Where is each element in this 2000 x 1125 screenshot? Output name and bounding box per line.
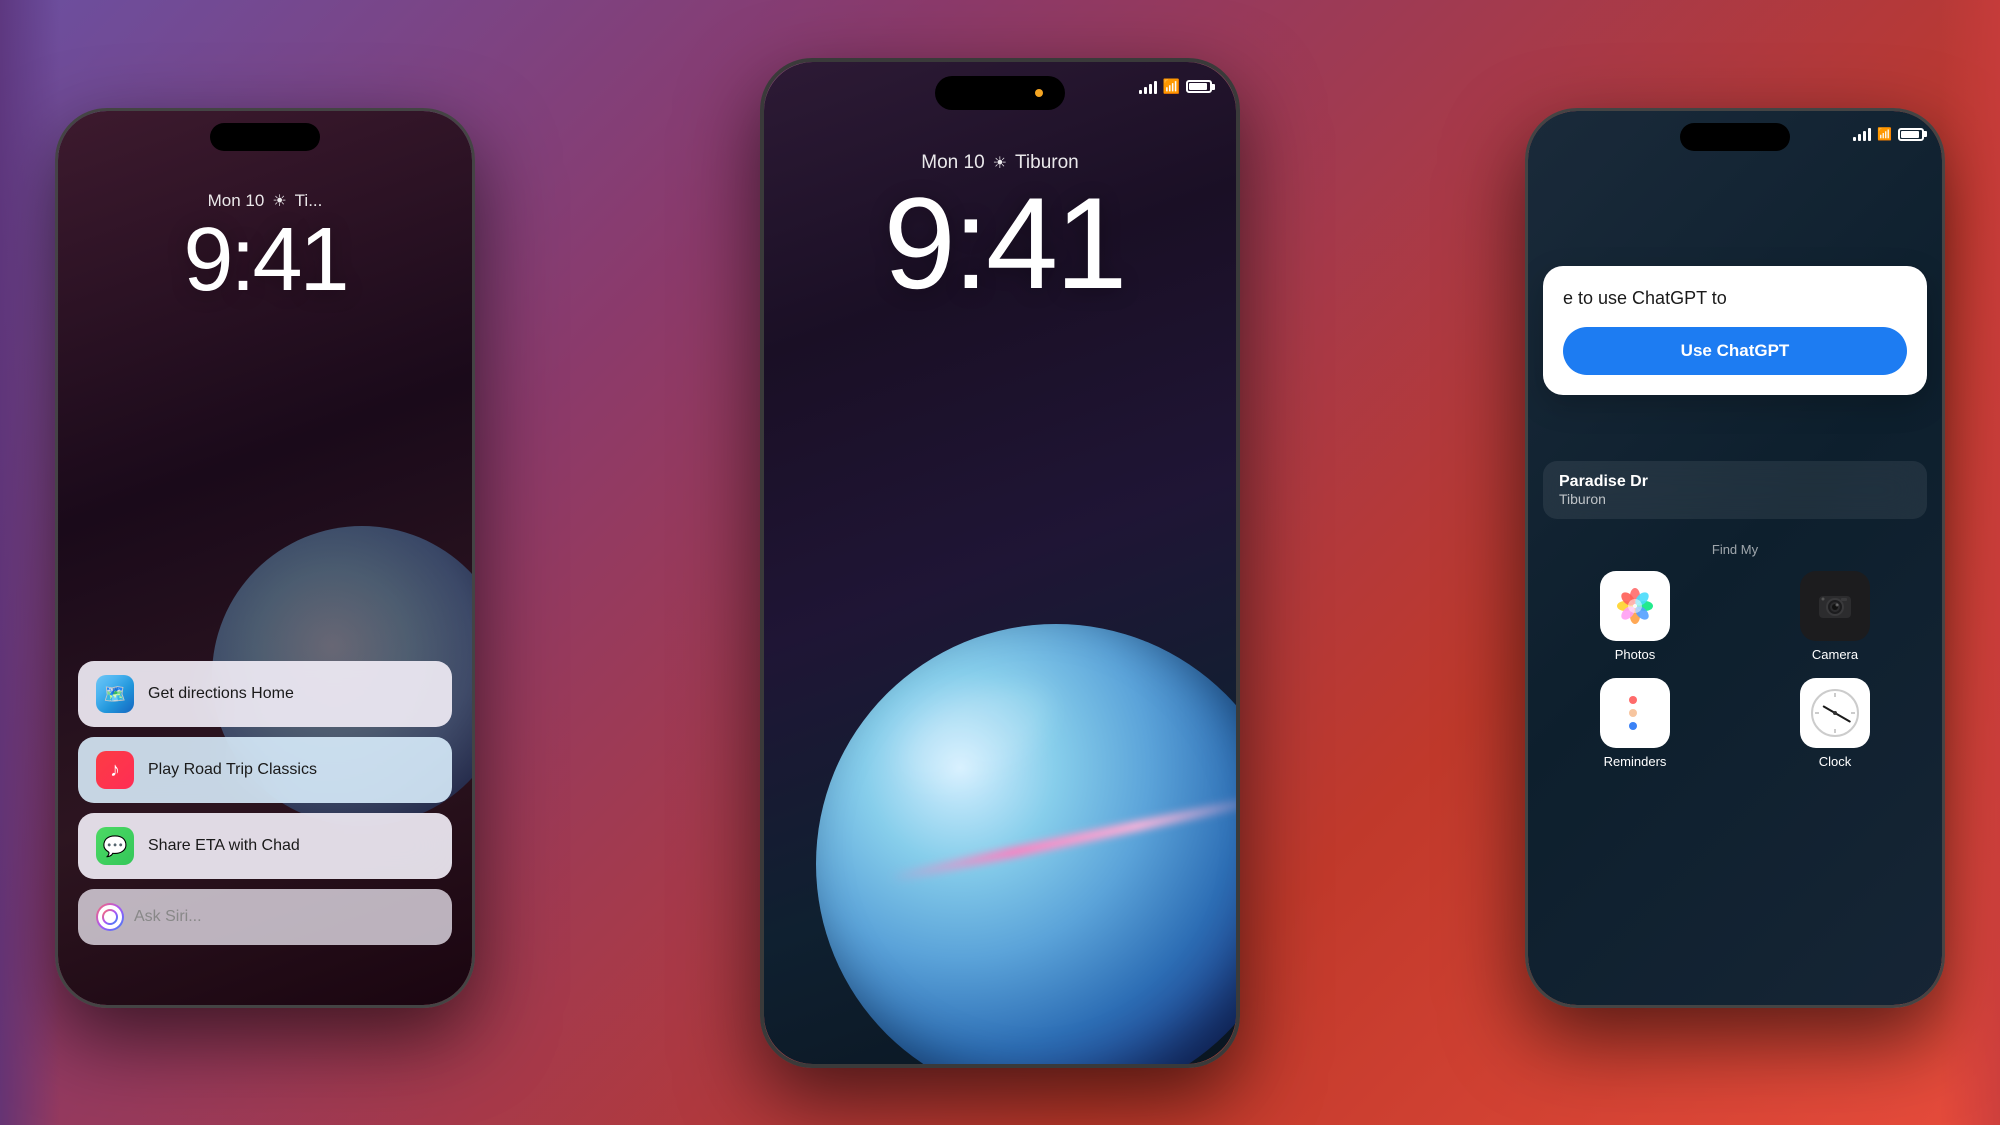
suggestion-music[interactable]: ♪ Play Road Trip Classics: [78, 737, 452, 803]
right-status-bar: 📶: [1853, 127, 1924, 141]
rem-dot-1: [1629, 696, 1637, 704]
suggestion-directions[interactable]: 🗺️ Get directions Home: [78, 661, 452, 727]
right-dynamic-island: [1680, 123, 1790, 151]
find-my-text: Find My: [1712, 542, 1758, 557]
left-location-text: Ti...: [295, 191, 323, 211]
siri-circle-icon: [96, 903, 124, 931]
clock-icon: [1800, 678, 1870, 748]
wifi-icon: 📶: [1163, 78, 1180, 95]
reminders-app-cell[interactable]: Reminders: [1543, 678, 1727, 769]
rem-line-1: [1629, 696, 1641, 704]
left-sun-icon: ☀: [272, 191, 286, 211]
maps-city-text: Tiburon: [1559, 491, 1911, 507]
center-lock-date: Mon 10 ☀ Tiburon: [764, 152, 1236, 174]
right-battery-icon: [1898, 128, 1924, 141]
rem-dot-3: [1629, 722, 1637, 730]
clock-tick-3: [1851, 713, 1855, 714]
center-location-text: Tiburon: [1015, 152, 1079, 174]
rem-line-3: [1629, 722, 1641, 730]
siri-placeholder-text: Ask Siri...: [134, 908, 202, 926]
battery-icon: [1186, 80, 1212, 93]
clock-tick-9: [1815, 713, 1819, 714]
signal-bar-3: [1149, 84, 1152, 94]
left-phone: Mon 10 ☀ Ti... 9:41 🗺️ Get directions Ho…: [55, 108, 475, 1008]
maps-icon: 🗺️: [96, 675, 134, 713]
right-bar-3: [1863, 131, 1866, 141]
use-chatgpt-button[interactable]: Use ChatGPT: [1563, 327, 1907, 375]
clock-app-label: Clock: [1819, 754, 1852, 769]
orb-highlight: [887, 664, 1066, 804]
right-wifi-icon: 📶: [1877, 127, 1892, 141]
photos-app-label: Photos: [1615, 647, 1655, 662]
left-lock-date: Mon 10 ☀ Ti...: [58, 191, 472, 211]
reminders-app-label: Reminders: [1604, 754, 1667, 769]
signal-bar-1: [1139, 90, 1142, 94]
chatgpt-modal: e to use ChatGPT to Use ChatGPT: [1543, 266, 1927, 395]
camera-app-label: Camera: [1812, 647, 1858, 662]
right-bar-4: [1868, 128, 1871, 141]
left-dynamic-island: [210, 123, 320, 151]
left-date-text: Mon 10: [208, 191, 265, 211]
right-battery-fill: [1901, 131, 1919, 138]
scene: Mon 10 ☀ Ti... 9:41 🗺️ Get directions Ho…: [0, 0, 2000, 1125]
signal-bar-2: [1144, 87, 1147, 94]
center-sun-icon: ☀: [993, 153, 1007, 173]
center-phone: 📶 Mon 10 ☀ Tiburon 9:41: [760, 58, 1240, 1068]
camera-icon: [1800, 571, 1870, 641]
music-icon: ♪: [96, 751, 134, 789]
clock-center-dot: [1833, 711, 1837, 715]
rem-line-2: [1629, 709, 1641, 717]
maps-street-text: Paradise Dr: [1559, 473, 1911, 491]
center-dynamic-island: [935, 76, 1065, 110]
center-date-text: Mon 10: [921, 152, 984, 174]
app-grid: Photos: [1543, 571, 1927, 769]
signal-bars: [1139, 80, 1157, 94]
camera-app-cell[interactable]: Camera: [1743, 571, 1927, 662]
left-time-text: 9:41: [58, 215, 472, 305]
photos-icon: [1600, 571, 1670, 641]
rem-dot-2: [1629, 709, 1637, 717]
left-lock-clock: Mon 10 ☀ Ti... 9:41: [58, 191, 472, 305]
siri-suggestions-panel: 🗺️ Get directions Home ♪ Play Road Trip …: [78, 661, 452, 945]
signal-bar-4: [1154, 81, 1157, 94]
right-edge-fade: [1940, 0, 2000, 1125]
clock-face: [1811, 689, 1859, 737]
siri-ask-bar[interactable]: Ask Siri...: [78, 889, 452, 945]
clock-minute-hand: [1835, 712, 1852, 723]
find-my-label: Find My: [1528, 541, 1942, 559]
center-status-bar: 📶: [1139, 78, 1212, 95]
clock-tick-6: [1835, 729, 1836, 733]
music-text: Play Road Trip Classics: [148, 761, 317, 779]
battery-fill: [1189, 83, 1207, 90]
right-bar-2: [1858, 134, 1861, 141]
left-edge-fade: [0, 0, 60, 1125]
messages-text: Share ETA with Chad: [148, 837, 300, 855]
directions-text: Get directions Home: [148, 685, 294, 703]
clock-tick-12: [1835, 693, 1836, 697]
right-bar-1: [1853, 137, 1856, 141]
reminders-lines: [1621, 688, 1649, 738]
right-signal-bars: [1853, 127, 1871, 141]
di-amber-dot: [1035, 89, 1043, 97]
messages-icon: 💬: [96, 827, 134, 865]
suggestion-messages[interactable]: 💬 Share ETA with Chad: [78, 813, 452, 879]
clock-app-cell[interactable]: Clock: [1743, 678, 1927, 769]
right-phone: 📶 e to use ChatGPT to Use ChatGPT Paradi…: [1525, 108, 1945, 1008]
photos-app-cell[interactable]: Photos: [1543, 571, 1727, 662]
reminders-icon: [1600, 678, 1670, 748]
chatgpt-modal-text: e to use ChatGPT to: [1563, 286, 1907, 311]
maps-info-widget: Paradise Dr Tiburon: [1543, 461, 1927, 519]
